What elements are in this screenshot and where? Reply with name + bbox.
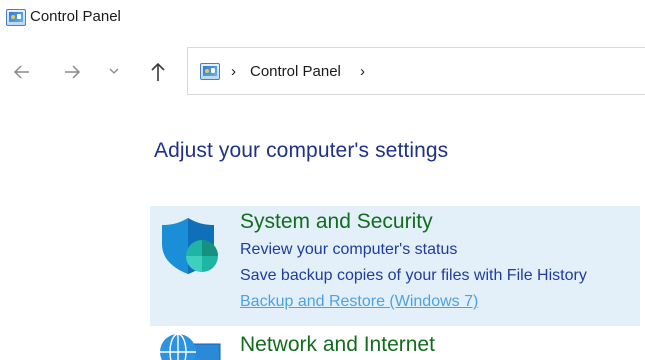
arrow-up-icon[interactable] [148, 61, 168, 83]
link-file-history[interactable]: Save backup copies of your files with Fi… [240, 267, 587, 285]
breadcrumb-separator[interactable]: › [360, 63, 365, 80]
window-title: Control Panel [30, 8, 121, 25]
arrow-right-icon[interactable] [62, 62, 82, 82]
address-bar[interactable]: › Control Panel › [187, 47, 645, 95]
link-backup-restore[interactable]: Backup and Restore (Windows 7) [240, 293, 478, 311]
globe-icon[interactable] [158, 330, 222, 360]
arrow-left-icon[interactable] [12, 62, 32, 82]
control-panel-window: Control Panel › Control Panel › Adjust y… [0, 0, 645, 360]
link-review-status[interactable]: Review your computer's status [240, 241, 457, 259]
category-title[interactable]: Network and Internet [240, 333, 435, 357]
category-network-and-internet: Network and Internet [150, 326, 640, 360]
category-system-and-security: System and Security Review your computer… [150, 206, 640, 326]
control-panel-icon [200, 63, 220, 80]
shield-icon[interactable] [158, 212, 222, 276]
breadcrumb-separator[interactable]: › [231, 63, 236, 80]
category-title[interactable]: System and Security [240, 210, 433, 234]
breadcrumb-control-panel[interactable]: Control Panel [250, 63, 341, 80]
title-bar: Control Panel [0, 0, 645, 36]
page-title: Adjust your computer's settings [154, 139, 449, 162]
control-panel-icon [6, 9, 26, 26]
chevron-down-icon[interactable] [108, 66, 120, 76]
